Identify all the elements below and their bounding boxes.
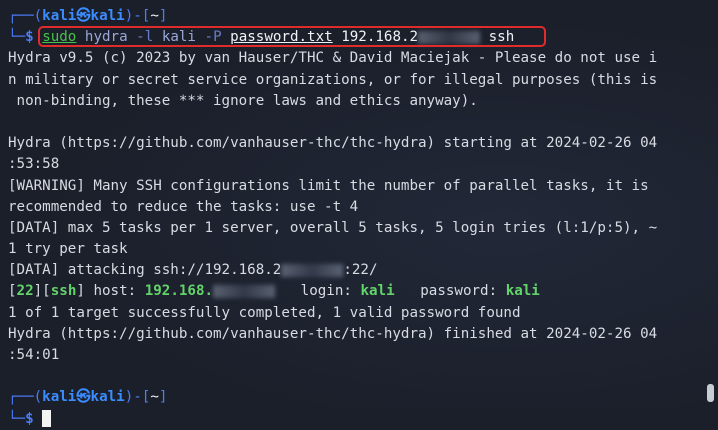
result-password-label: password: — [420, 283, 506, 300]
scrollbar[interactable] — [706, 0, 714, 408]
output-line: [WARNING] Many SSH configurations limit … — [8, 177, 649, 194]
prompt-corner-top: ┌──( — [8, 389, 43, 406]
prompt-corner-top: ┌──( — [8, 8, 43, 24]
prompt-corner-bottom: └─ — [8, 410, 26, 427]
output-line: [DATA] max 5 tasks per 1 server, overall… — [8, 219, 658, 236]
command-target-ip: 192.168.2 — [341, 29, 419, 46]
result-service: ssh — [50, 283, 77, 300]
attack-prefix: [DATA] attacking ssh://192.168.2 — [8, 262, 282, 279]
prompt-at-symbol: ㉿ — [76, 8, 91, 24]
result-login: kali — [360, 283, 395, 300]
prompt-close-bracket: ] — [158, 389, 168, 406]
prompt-host: kali — [90, 389, 125, 406]
command-sudo: sudo — [42, 29, 77, 46]
output-line: :53:58 — [8, 156, 60, 173]
result-password: kali — [505, 283, 540, 300]
command-flag-l: -l — [136, 29, 154, 46]
result-login-label: login: — [300, 283, 361, 300]
result-line: [22][ssh] host: 192.168. login: kali pas… — [8, 283, 540, 300]
prompt-line-1: ┌──(kali㉿kali)-[~] — [8, 6, 714, 27]
redacted-ip-blur — [281, 263, 344, 277]
prompt-dollar: $ — [25, 410, 34, 427]
output-line: 1 try per task — [8, 241, 128, 258]
prompt-user: kali — [42, 8, 77, 24]
redacted-ip-blur — [213, 284, 276, 298]
command-line: └─$ sudo hydra -l kali -P password.txt 1… — [8, 27, 714, 48]
prompt-separator: )-[ — [124, 8, 151, 24]
output-line: 1 of 1 target successfully completed, 1 … — [8, 304, 521, 321]
prompt-host: kali — [90, 8, 125, 24]
command-flag-P: -P — [204, 29, 222, 46]
prompt-close-bracket: ] — [158, 8, 168, 24]
output-line: recommended to reduce the tasks: use -t … — [8, 198, 359, 215]
output-line: Hydra (https://github.com/vanhauser-thc/… — [8, 325, 658, 342]
output-line: Hydra v9.5 (c) 2023 by van Hauser/THC & … — [8, 50, 658, 67]
text-cursor[interactable] — [42, 410, 52, 428]
output-line: non-binding, these *** ignore laws and e… — [8, 92, 478, 109]
command-program: hydra — [84, 29, 128, 46]
prompt-dollar: $ — [25, 29, 34, 46]
terminal-window[interactable]: ┌──(kali㉿kali)-[~] └─$ sudo hydra -l kal… — [0, 0, 718, 428]
prompt-dir: ~ — [150, 8, 159, 24]
input-line[interactable]: └─$ — [8, 409, 714, 430]
result-port: 22 — [16, 283, 34, 300]
result-host-label: host: — [84, 283, 145, 300]
output-line: :54:01 — [8, 347, 60, 363]
prompt-corner-bottom: └─ — [8, 29, 26, 46]
attack-suffix: :22/ — [343, 262, 378, 279]
prompt-dir: ~ — [150, 389, 159, 406]
result-host: 192.168. — [144, 283, 214, 300]
redacted-ip-blur — [418, 30, 481, 44]
prompt-at-symbol: ㉿ — [76, 389, 91, 406]
output-line: Hydra (https://github.com/vanhauser-thc/… — [8, 135, 658, 152]
prompt-line-2: ┌──(kali㉿kali)-[~] — [8, 387, 714, 408]
output-line: n military or secret service organizatio… — [8, 71, 658, 88]
scrollbar-thumb[interactable] — [707, 384, 714, 402]
command-wordlist: password.txt — [230, 29, 333, 46]
command-service: ssh — [488, 29, 515, 46]
prompt-user: kali — [42, 389, 77, 406]
attack-line: [DATA] attacking ssh://192.168.2 :22/ — [8, 260, 714, 281]
command-login: kali — [161, 29, 196, 46]
prompt-separator: )-[ — [124, 389, 151, 406]
